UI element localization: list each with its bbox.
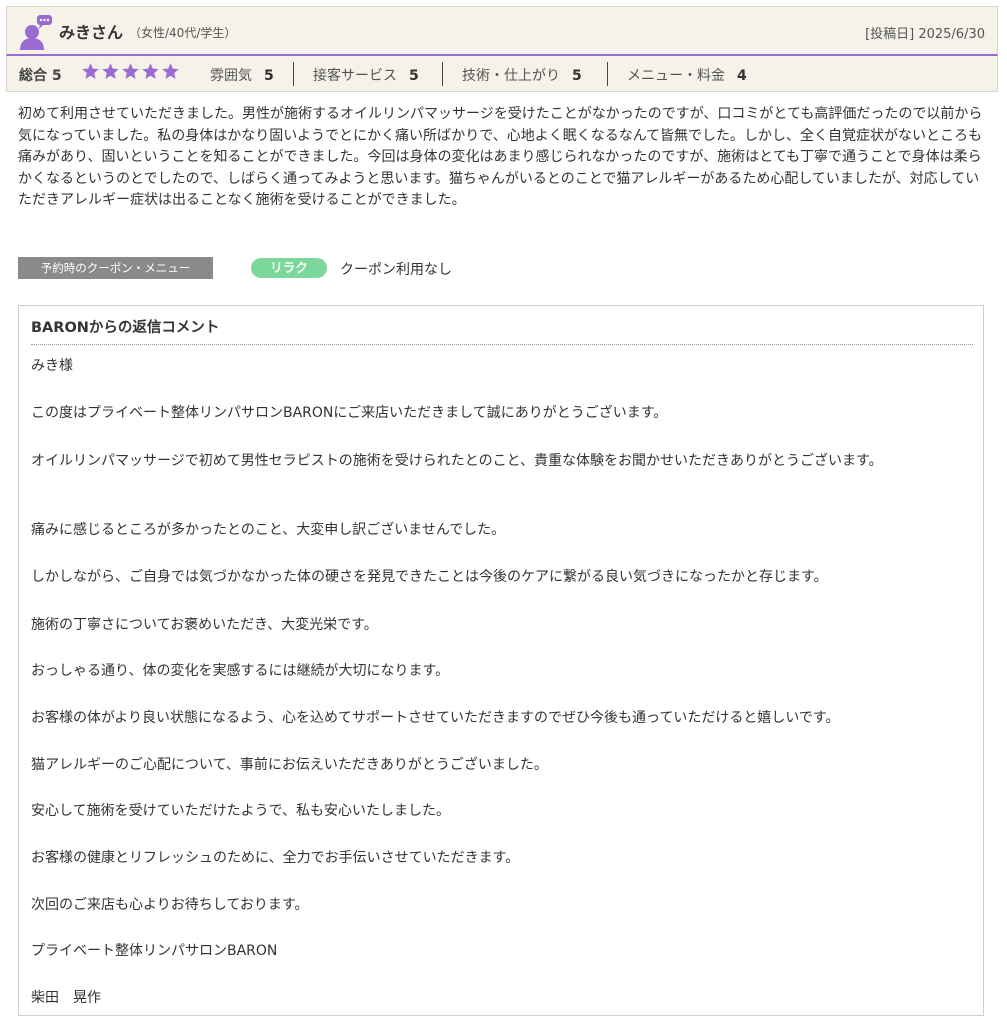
rating-category-label: 雰囲気 — [210, 68, 252, 84]
reply-paragraph: 痛みに感じるところが多かったとのこと、大変申し訳ございませんでした。 — [31, 522, 506, 538]
rating-total: 総合 5 — [19, 65, 62, 85]
coupon-label: 予約時のクーポン・メニュー — [18, 257, 213, 279]
reply-paragraph: お客様の健康とリフレッシュのために、全力でお手伝いさせていただきます。 — [31, 850, 520, 866]
rating-category-atmosphere: 雰囲気 5 — [210, 65, 274, 85]
reply-paragraph: プライベート整体リンパサロンBARON — [31, 943, 278, 959]
reply-paragraph: 柴田 晃作 — [31, 990, 101, 1006]
review-body: 初めて利用させていただきました。男性が施術するオイルリンパマッサージを受けたこと… — [18, 106, 983, 209]
review-header: みきさん （女性/40代/学生） [投稿日] 2025/6/30 — [6, 6, 998, 56]
rating-separator — [607, 62, 608, 86]
rating-category-label: メニュー・料金 — [627, 68, 725, 84]
reviewer-meta: （女性/40代/学生） — [129, 26, 237, 40]
reply-paragraph: みき様 — [31, 358, 73, 374]
reply-paragraph: 猫アレルギーのご心配について、事前にお伝えいただきありがとうございました。 — [31, 757, 548, 773]
rating-total-label: 総合 — [19, 68, 47, 84]
rating-separator — [442, 62, 443, 86]
ratings-bar: 総合 5 雰囲気 5 接客サービス 5 技術・仕上がり 5 メニュー・料金 4 — [6, 56, 998, 92]
reply-paragraph: しかしながら、ご自身では気づかなかった体の硬さを発見できたことは今後のケアに繋が… — [31, 569, 828, 585]
star-icon — [102, 63, 119, 79]
coupon-value: クーポン利用なし — [340, 262, 452, 278]
rating-category-technique: 技術・仕上がり 5 — [462, 65, 582, 85]
review-card: みきさん （女性/40代/学生） [投稿日] 2025/6/30 総合 5 雰囲… — [6, 6, 998, 92]
rating-category-label: 技術・仕上がり — [462, 68, 560, 84]
reply-paragraph: おっしゃる通り、体の変化を実感するには継続が大切になります。 — [31, 663, 450, 679]
star-icon — [82, 63, 99, 79]
rating-separator — [293, 62, 294, 86]
star-icon — [162, 63, 179, 79]
reply-paragraph: お客様の体がより良い状態になるよう、心を込めてサポートさせていただきますのでぜひ… — [31, 710, 840, 726]
rating-category-service: 接客サービス 5 — [313, 65, 419, 85]
star-icon — [122, 63, 139, 79]
rating-category-label: 接客サービス — [313, 68, 397, 84]
reply-paragraph: この度はプライベート整体リンパサロンBARONにご来店いただきまして誠にありがと… — [31, 405, 668, 421]
reviewer-name: みきさん — [59, 23, 124, 42]
reply-paragraph: 次回のご来店も心よりお待ちしております。 — [31, 897, 309, 913]
rating-category-value: 4 — [737, 68, 747, 84]
rating-total-value: 5 — [51, 68, 62, 84]
reply-box: BARONからの返信コメント みき様 この度はプライベート整体リンパサロンBAR… — [18, 305, 984, 1016]
user-chat-icon — [20, 15, 52, 50]
coupon-tag: リラク — [251, 258, 327, 278]
rating-category-value: 5 — [572, 68, 582, 84]
coupon-row: 予約時のクーポン・メニュー リラク クーポン利用なし — [18, 257, 990, 281]
star-rating — [81, 62, 180, 82]
reply-paragraph: 施術の丁寧さについてお褒めいただき、大変光栄です。 — [31, 617, 378, 633]
star-icon — [142, 63, 159, 79]
rating-category-value: 5 — [264, 68, 274, 84]
reply-paragraph: 安心して施術を受けていただけたようで、私も安心いたしました。 — [31, 803, 451, 819]
rating-category-value: 5 — [409, 68, 419, 84]
post-date: [投稿日] 2025/6/30 — [865, 27, 985, 42]
rating-category-menu-price: メニュー・料金 4 — [627, 65, 747, 85]
reply-divider — [31, 344, 973, 345]
reply-paragraph: オイルリンパマッサージで初めて男性セラピストの施術を受けられたとのこと、貴重な体… — [31, 453, 883, 469]
reply-title: BARONからの返信コメント — [31, 320, 220, 336]
